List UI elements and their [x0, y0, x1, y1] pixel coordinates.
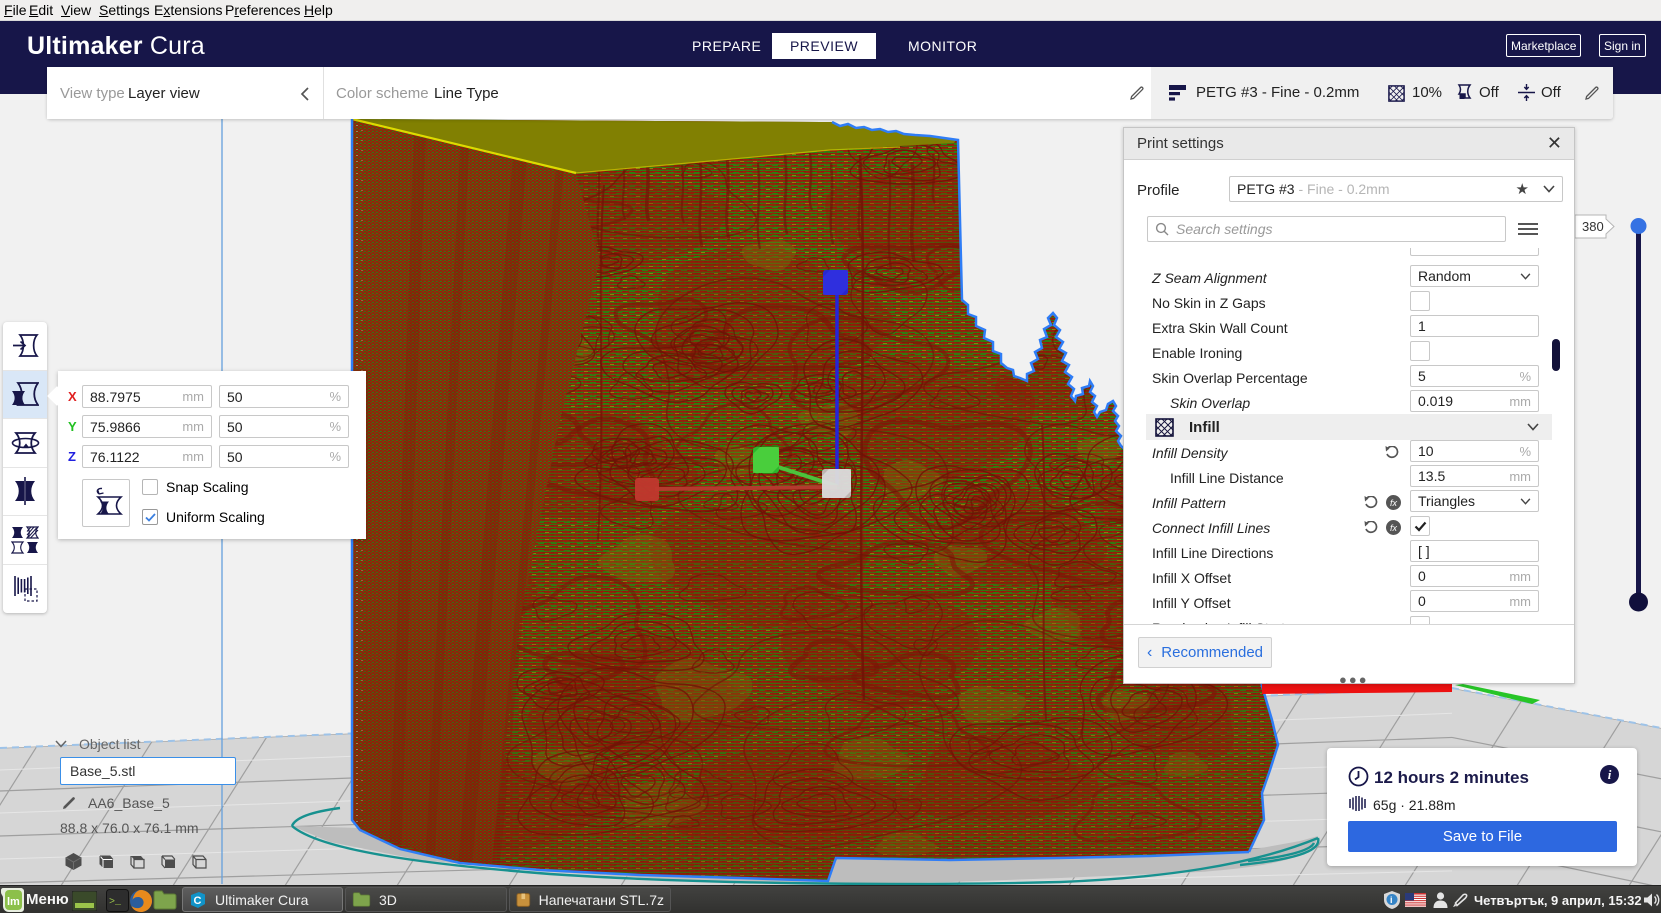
svg-text:>_: >_: [109, 897, 122, 908]
svg-text:lm: lm: [7, 896, 20, 908]
svg-text:C: C: [194, 895, 202, 907]
svg-text:380: 380: [1582, 219, 1604, 234]
svg-text:i: i: [1390, 895, 1393, 905]
